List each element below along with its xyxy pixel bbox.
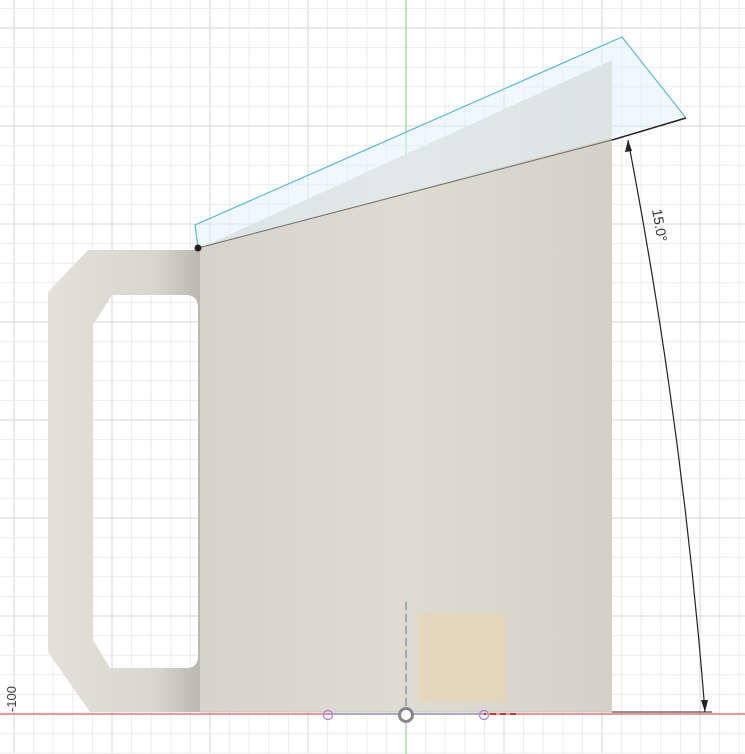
viewport-canvas[interactable]: 15.0° -100	[0, 0, 745, 754]
origin-point[interactable]	[398, 707, 414, 723]
cad-viewport[interactable]: 15.0° -100	[0, 0, 745, 754]
arrow-head-bottom-icon	[701, 700, 708, 712]
mug-handle[interactable]	[48, 250, 202, 712]
axis-label: -100	[4, 686, 19, 712]
sketch-profile[interactable]	[418, 614, 506, 702]
dimension-label[interactable]: 15.0°	[649, 208, 670, 243]
angle-dimension[interactable]: 15.0°	[612, 139, 712, 713]
sketch-point[interactable]	[194, 244, 202, 252]
